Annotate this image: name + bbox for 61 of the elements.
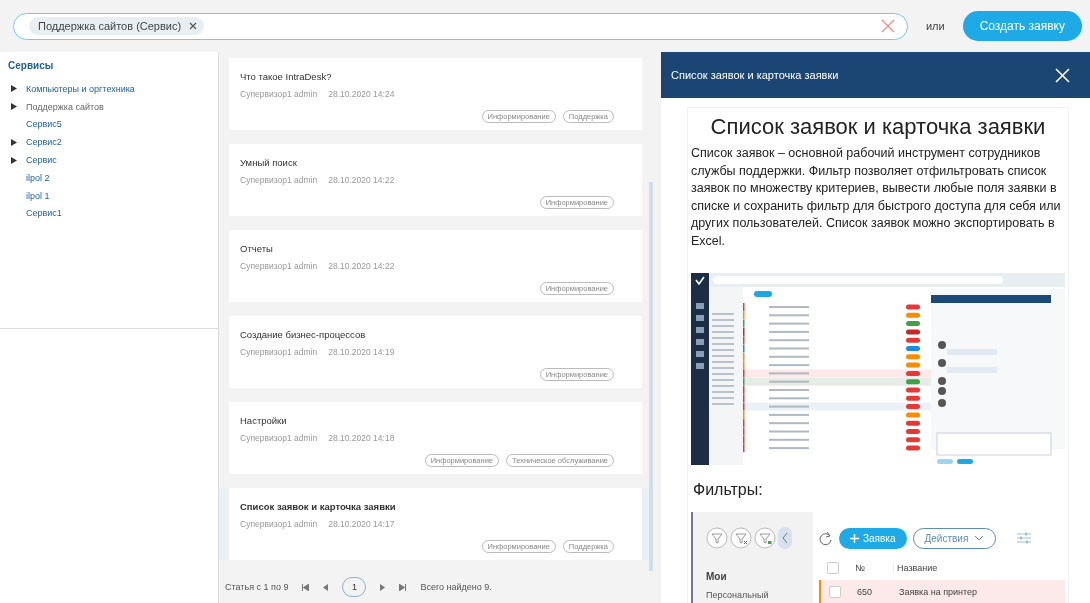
sliders-icon [1017,532,1032,545]
article-heading: Список заявок и карточка заявки [709,114,1047,140]
article-author: Супервизор1 admin [240,519,318,529]
page-range: Статья с 1 по 9 [225,582,289,592]
filter-icon [730,526,752,549]
filter-chip[interactable]: Поддержка сайтов (Сервис) [29,17,205,35]
scrollbar[interactable] [649,182,653,571]
article-author: Супервизор1 admin [240,261,318,271]
close-icon[interactable] [189,22,198,30]
article-date: 28.10.2020 14:19 [328,347,395,357]
tree-item[interactable]: ilpol 1 [0,186,218,205]
tree-item[interactable]: Поддержка сайтов [0,97,218,116]
plus-icon [850,533,859,543]
search-field[interactable]: Поддержка сайтов (Сервис) [13,12,908,40]
first-page-icon[interactable] [302,583,310,591]
refresh-icon [819,530,833,546]
filter-icon [706,526,728,549]
previous-page-icon[interactable] [323,583,329,591]
last-page-icon[interactable] [399,583,407,591]
or-label: или [925,20,945,32]
table-cell: Заявка на принтер [895,586,978,597]
article-author: Супервизор1 admin [240,175,318,185]
article-title: Умный поиск [240,157,298,168]
article-date: 28.10.2020 14:24 [328,89,395,99]
filter-item: Персональный [706,589,770,600]
tree-item[interactable]: Сервис2 [0,133,218,152]
tree-item[interactable]: Сервис [0,151,218,169]
next-page-icon[interactable] [380,583,386,591]
article-title: Что такое IntraDesk? [240,71,333,82]
article-date: 28.10.2020 14:18 [328,433,395,443]
sidebar-title: Сервисы [7,60,55,73]
article-title: Настройки [240,415,288,426]
expand-icon[interactable] [11,156,17,164]
column-header: № [855,562,866,573]
article-date: 28.10.2020 14:17 [328,519,395,529]
collapse-icon [778,526,792,549]
page-button[interactable]: 1 [342,577,367,597]
filter-section-title: Мои [706,570,728,582]
article-title: Список заявок и карточка заявки [240,501,397,512]
article-title: Отчеты [240,243,274,254]
article-date: 28.10.2020 14:22 [328,261,395,271]
tree-item[interactable]: Компьютеры и оргтехника [0,80,218,98]
article-paragraph: Список заявок – основной рабочий инструмент сотрудников службы поддержки. Фильтр позволяет отфильтровать список заявок по множеству критериев, вывести любые поля заявки в списке и сохранить фильтр для быстрого доступа для себя или других пользователей. Список заявок можно экспортировать в Excel. [691,145,1062,250]
tree-item[interactable]: Сервис1 [0,204,218,223]
tree-item[interactable]: Сервис5 [0,115,218,134]
filter-icon [754,526,776,549]
expand-icon[interactable] [11,103,17,111]
article-date: 28.10.2020 14:22 [328,175,395,185]
article-author: Супервизор1 admin [240,347,318,357]
section-heading: Фильтры: [693,480,764,499]
tree-item[interactable]: ilpol 2 [0,169,218,187]
article-author: Супервизор1 admin [240,89,318,99]
article-title: Создание бизнес-процессов [240,329,367,340]
reader-title: Список заявок и карточка заявки [671,69,839,81]
expand-icon[interactable] [11,85,17,93]
table-cell-text: 650 [857,586,874,597]
column-header: Название [893,562,938,573]
chevron-icon [974,535,985,542]
article-author: Супервизор1 admin [240,433,318,443]
expand-icon[interactable] [11,138,17,146]
total-count: Всего найдено 9. [420,582,492,592]
